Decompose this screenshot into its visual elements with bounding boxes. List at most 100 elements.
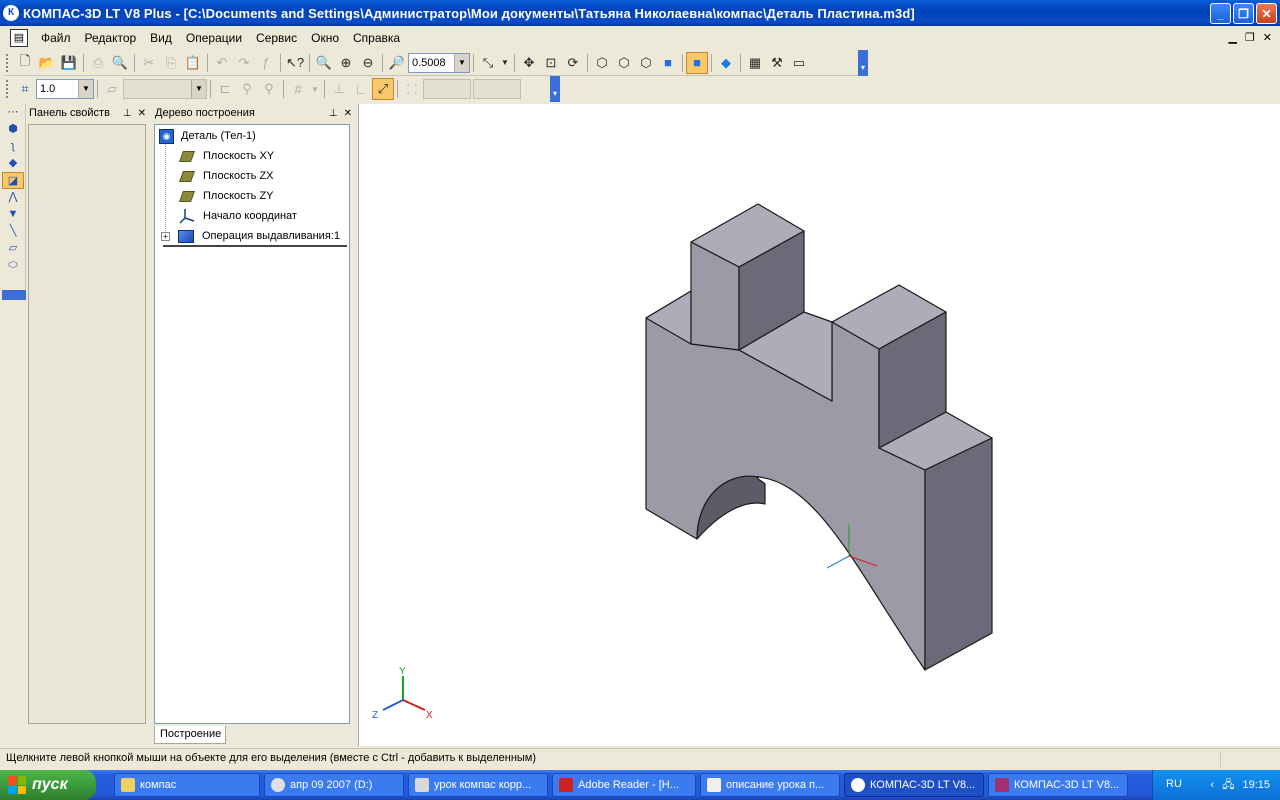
step-icon[interactable]: ⌗ bbox=[14, 78, 36, 100]
new-file-icon[interactable]: 🗋 bbox=[14, 52, 36, 74]
tray-expand-icon[interactable]: ‹ bbox=[1211, 779, 1215, 791]
menu-help[interactable]: Справка bbox=[346, 31, 407, 45]
menu-edit[interactable]: Редактор bbox=[78, 31, 144, 45]
auxiliary-geometry-icon[interactable]: ◪ bbox=[2, 172, 24, 189]
undo-icon[interactable]: ↶ bbox=[211, 52, 233, 74]
menu-window[interactable]: Окно bbox=[304, 31, 346, 45]
filter-icon[interactable]: ▼ bbox=[2, 206, 24, 223]
task-lesson-doc[interactable]: урок компас корр... bbox=[408, 773, 548, 797]
close-icon[interactable]: ✕ bbox=[344, 108, 352, 119]
snap-settings-icon[interactable]: ⚲ bbox=[258, 78, 280, 100]
zoom-combo[interactable]: 0.5008 ▼ bbox=[408, 52, 470, 73]
pin-icon[interactable]: ⊥ bbox=[123, 108, 132, 119]
coord-x-field[interactable] bbox=[423, 79, 471, 99]
clock[interactable]: 19:15 bbox=[1242, 779, 1270, 791]
model-viewport[interactable]: Y X Z bbox=[358, 104, 1280, 746]
pan-icon[interactable]: ✥ bbox=[518, 52, 540, 74]
menu-view[interactable]: Вид bbox=[143, 31, 179, 45]
parametric-icon[interactable]: ⤢ bbox=[372, 78, 394, 100]
redo-icon[interactable]: ↷ bbox=[233, 52, 255, 74]
wireframe-icon[interactable]: ⬡ bbox=[591, 52, 613, 74]
model-canvas[interactable]: Y X Z bbox=[359, 104, 1280, 746]
layer-icon[interactable]: ▱ bbox=[101, 78, 123, 100]
toolbar-grip[interactable] bbox=[6, 80, 10, 98]
close-button[interactable]: ✕ bbox=[1256, 3, 1277, 24]
grip-icon[interactable]: ⋯ bbox=[2, 104, 24, 121]
minimize-button[interactable]: _ bbox=[1210, 3, 1231, 24]
toolbar-options-icon[interactable]: ▾ bbox=[550, 76, 560, 102]
grid-icon[interactable]: # bbox=[287, 78, 309, 100]
local-cs-icon[interactable]: ⊏ bbox=[214, 78, 236, 100]
zoom-in-icon[interactable]: ⊕ bbox=[335, 52, 357, 74]
grid-dropdown-icon[interactable]: ▼ bbox=[309, 78, 321, 100]
cut-icon[interactable]: ✂ bbox=[138, 52, 160, 74]
task-kompas-2[interactable]: КОМПАС-3D LT V8... bbox=[988, 773, 1128, 797]
tab-build[interactable]: Построение bbox=[154, 726, 226, 744]
spatial-curves-icon[interactable]: ʅ bbox=[2, 138, 24, 155]
plane-icon[interactable]: ▱ bbox=[2, 240, 24, 257]
step-combo[interactable]: 1.0 ▼ bbox=[36, 79, 94, 99]
language-indicator[interactable]: RU bbox=[1166, 778, 1182, 790]
task-lesson-description[interactable]: описание урока п... bbox=[700, 773, 840, 797]
menu-service[interactable]: Сервис bbox=[249, 31, 304, 45]
layer-combo[interactable]: ▼ bbox=[123, 79, 207, 99]
halftone-icon[interactable]: ■ bbox=[657, 52, 679, 74]
print-preview-icon[interactable]: 🔍 bbox=[109, 52, 131, 74]
chevron-down-icon[interactable]: ▼ bbox=[191, 80, 206, 98]
toolbar-grip[interactable] bbox=[6, 53, 10, 72]
edit-details-icon[interactable]: ⬢ bbox=[2, 121, 24, 138]
zoom-scale-icon[interactable]: 🔎 bbox=[386, 52, 408, 74]
tree-item-plane-zx[interactable]: Плоскость ZX bbox=[178, 167, 274, 185]
context-help-icon[interactable]: ↖? bbox=[284, 52, 306, 74]
snap-icon[interactable]: ⚲ bbox=[236, 78, 258, 100]
chevron-down-icon[interactable]: ▼ bbox=[78, 80, 93, 98]
coordinates-icon[interactable]: ⸬ bbox=[401, 78, 423, 100]
chevron-down-icon[interactable]: ▼ bbox=[454, 53, 469, 72]
document-icon[interactable]: ▤ bbox=[10, 29, 28, 47]
mdi-restore-icon[interactable]: ❐ bbox=[1245, 31, 1255, 44]
hidden-lines-icon[interactable]: ⬡ bbox=[613, 52, 635, 74]
zoom-out-icon[interactable]: ⊖ bbox=[357, 52, 379, 74]
restore-button[interactable]: ❐ bbox=[1233, 3, 1254, 24]
perspective-icon[interactable]: ◆ bbox=[715, 52, 737, 74]
halftone-edges-icon[interactable]: ■ bbox=[686, 51, 708, 74]
start-button[interactable]: пуск bbox=[0, 770, 96, 800]
rollback-bar[interactable] bbox=[163, 245, 347, 247]
mdi-close-icon[interactable]: ✕ bbox=[1263, 31, 1272, 44]
toolbar-options-icon[interactable]: ▾ bbox=[858, 49, 868, 76]
mdi-minimize-icon[interactable]: ▁ bbox=[1228, 31, 1236, 44]
angle-icon[interactable]: ∟ bbox=[350, 78, 372, 100]
orientation-icon[interactable]: ⤡ bbox=[477, 52, 499, 74]
tree-item-origin[interactable]: Начало координат bbox=[179, 207, 297, 225]
manager-icon[interactable]: ▦ bbox=[744, 52, 766, 74]
tree-item-plane-zy[interactable]: Плоскость ZY bbox=[178, 187, 274, 205]
tools-icon[interactable]: ⚒ bbox=[766, 52, 788, 74]
save-icon[interactable]: 💾 bbox=[58, 52, 80, 74]
compact-toolbar-footer[interactable] bbox=[2, 290, 26, 300]
coord-y-field[interactable] bbox=[473, 79, 521, 99]
display-icon[interactable]: ⬭ bbox=[2, 257, 24, 274]
pin-icon[interactable]: ⊥ bbox=[329, 108, 338, 119]
kompas-app-icon[interactable]: К bbox=[3, 5, 19, 21]
ortho-icon[interactable]: ⊥ bbox=[328, 78, 350, 100]
menu-file[interactable]: Файл bbox=[34, 31, 78, 45]
print-icon[interactable]: ⎙ bbox=[87, 52, 109, 74]
orientation-dropdown-icon[interactable]: ▼ bbox=[499, 52, 511, 74]
function-icon[interactable]: ƒ bbox=[255, 52, 277, 74]
surfaces-icon[interactable]: ◆ bbox=[2, 155, 24, 172]
paste-icon[interactable]: 📋 bbox=[182, 52, 204, 74]
zoom-window-icon[interactable]: 🔍 bbox=[313, 52, 335, 74]
rotate-icon[interactable]: ⟳ bbox=[562, 52, 584, 74]
menu-operations[interactable]: Операции bbox=[179, 31, 249, 45]
measure-icon[interactable]: ⋀ bbox=[2, 189, 24, 206]
open-folder-icon[interactable]: 📂 bbox=[36, 52, 58, 74]
tree-root[interactable]: ◉ Деталь (Тел-1) bbox=[159, 127, 256, 145]
network-icon[interactable]: 🖧 bbox=[1222, 776, 1234, 795]
task-folder-kompas[interactable]: компас bbox=[114, 773, 260, 797]
copy-icon[interactable]: ⎘ bbox=[160, 52, 182, 74]
thin-hidden-lines-icon[interactable]: ⬡ bbox=[635, 52, 657, 74]
sketch-line-icon[interactable]: ╲ bbox=[2, 223, 24, 240]
expand-icon[interactable]: + bbox=[161, 231, 170, 241]
task-drive-d[interactable]: апр 09 2007 (D:) bbox=[264, 773, 404, 797]
task-kompas-1[interactable]: КОМПАС-3D LT V8... bbox=[844, 773, 984, 797]
